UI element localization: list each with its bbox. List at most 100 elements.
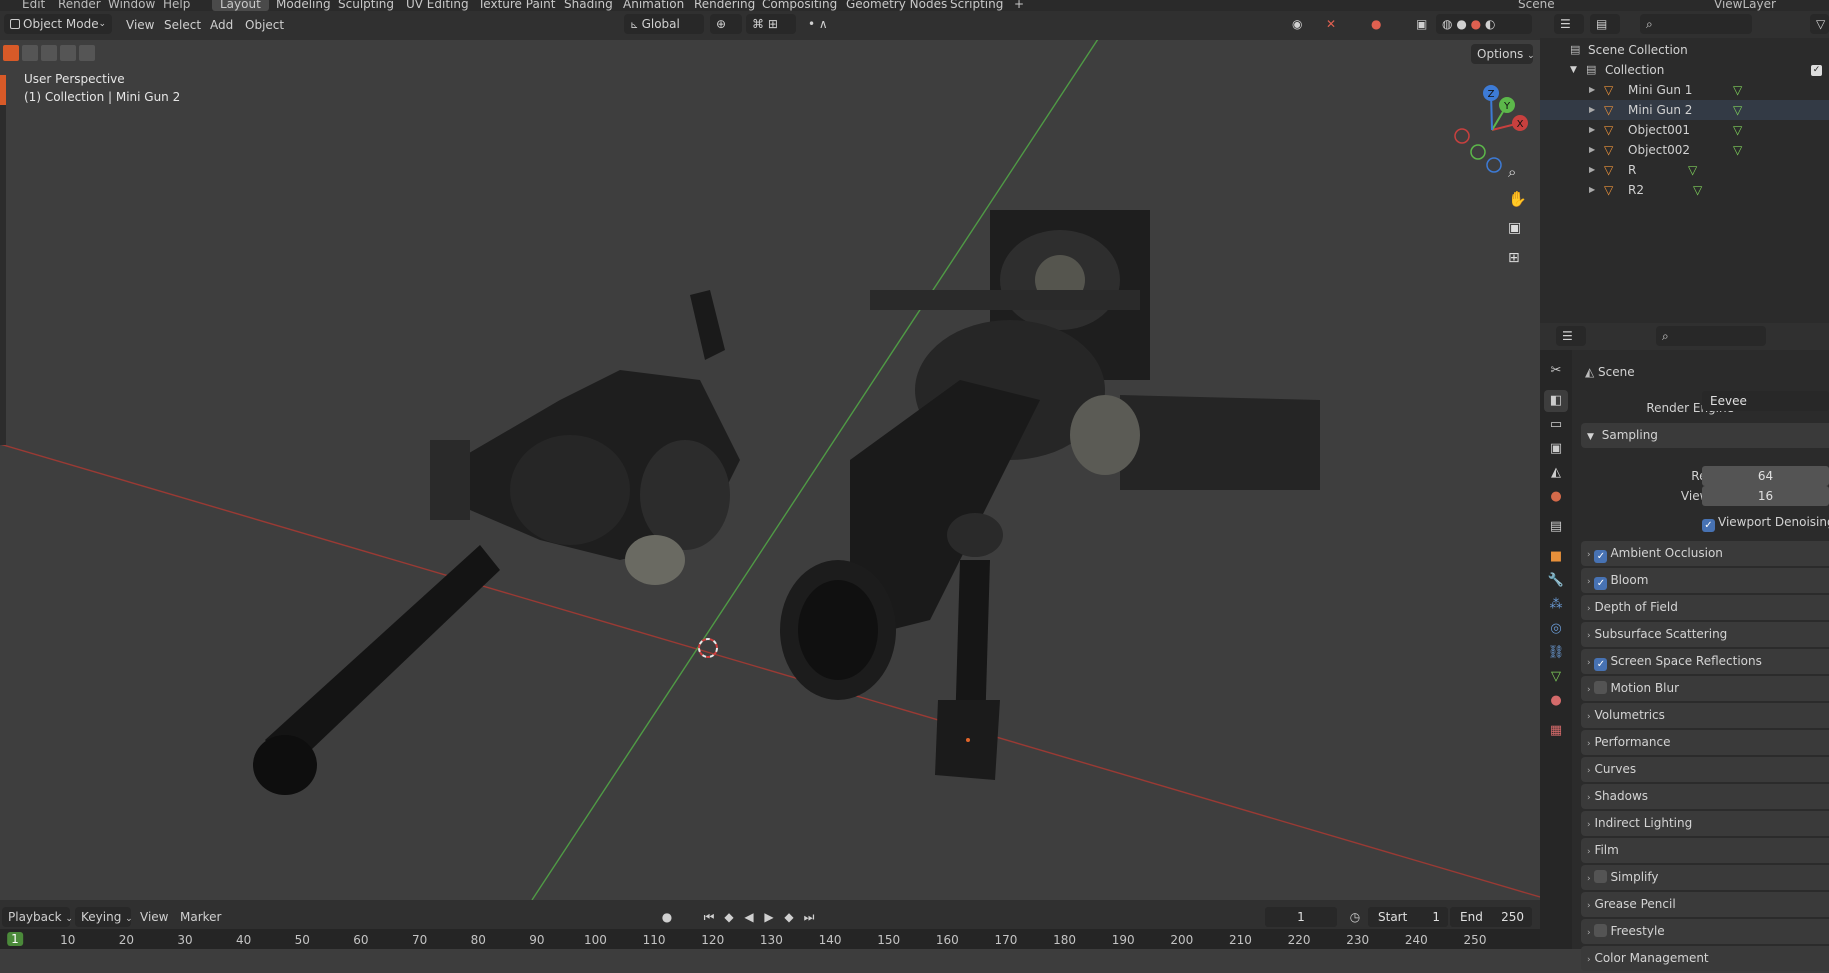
outliner-search-input[interactable]: ⌕	[1640, 14, 1752, 34]
camera-view-icon[interactable]: ▣	[1508, 220, 1521, 236]
chevron-right-icon[interactable]: ▶	[1589, 80, 1595, 100]
current-frame-indicator[interactable]: 1	[7, 932, 23, 946]
overlay-toggle[interactable]: ●	[1365, 14, 1399, 34]
jump-keyframe-back-icon[interactable]: ◆	[720, 908, 738, 926]
neg-x-axis-handle[interactable]	[1454, 128, 1470, 144]
tab-rendering[interactable]: Rendering	[686, 0, 763, 11]
render-panel-header[interactable]: › Volumetrics	[1581, 703, 1829, 728]
pan-hand-icon[interactable]: ✋	[1508, 190, 1527, 208]
modifier-tab-icon[interactable]: 🔧	[1544, 570, 1568, 592]
neg-y-axis-handle[interactable]	[1470, 144, 1486, 160]
jump-start-icon[interactable]: ⏮	[700, 908, 718, 926]
display-mode-dropdown[interactable]: ▤	[1590, 14, 1620, 34]
tab-animation[interactable]: Animation	[615, 0, 692, 11]
view-layer-tab-icon[interactable]: ▣	[1544, 438, 1568, 460]
particles-tab-icon[interactable]: ⁂	[1544, 594, 1568, 616]
samples-render-field[interactable]: 64	[1702, 466, 1829, 486]
viewport-denoising-checkbox[interactable]: ✓ Viewport Denoising	[1702, 515, 1829, 532]
outliner-object-row[interactable]: ▶ ▽ R2 ▽	[1540, 180, 1829, 200]
play-icon[interactable]: ▶	[760, 908, 778, 926]
proportional-edit-button[interactable]: • ∧	[802, 14, 852, 34]
panel-enable-checkbox[interactable]: ✓	[1594, 577, 1608, 590]
menu-edit[interactable]: Edit	[22, 0, 45, 11]
tab-scripting[interactable]: Scripting	[942, 0, 1011, 11]
record-icon[interactable]: ●	[658, 908, 676, 926]
snap-dropdown[interactable]: ⌘ ⊞	[746, 14, 796, 34]
pivot-point-dropdown[interactable]: ⊕	[710, 14, 742, 34]
render-engine-dropdown[interactable]: Eevee	[1702, 391, 1829, 411]
panel-enable-checkbox[interactable]	[1594, 870, 1608, 883]
current-frame-field[interactable]: 1	[1265, 907, 1337, 927]
chevron-right-icon[interactable]: ▶	[1589, 120, 1595, 140]
active-tool-icon[interactable]	[0, 75, 6, 105]
solid-shading-icon[interactable]: ●	[1456, 17, 1466, 31]
outliner-object-row[interactable]: ▶ ▽ R ▽	[1540, 160, 1829, 180]
chevron-right-icon[interactable]: ▶	[1589, 100, 1595, 120]
navigation-gizmo[interactable]: X Y Z	[1445, 75, 1535, 185]
clock-icon[interactable]: ◷	[1346, 908, 1364, 926]
chevron-right-icon[interactable]: ▶	[1589, 140, 1595, 160]
chevron-down-icon[interactable]: ▼	[1570, 60, 1577, 80]
outliner-scene-collection[interactable]: ▤ Scene Collection	[1540, 40, 1829, 60]
play-reverse-icon[interactable]: ◀	[740, 908, 758, 926]
tab-sculpting[interactable]: Sculpting	[330, 0, 402, 11]
render-panel-header[interactable]: › Simplify	[1581, 865, 1829, 890]
material-shading-icon[interactable]: ●	[1471, 17, 1481, 31]
scene-tab-icon[interactable]: ◭	[1544, 462, 1568, 484]
select-intersect-icon[interactable]	[79, 45, 95, 61]
gizmo-toggle[interactable]: ✕	[1320, 14, 1354, 34]
ortho-grid-icon[interactable]: ⊞	[1508, 250, 1520, 266]
render-panel-header[interactable]: › Grease Pencil	[1581, 892, 1829, 917]
select-subtract-icon[interactable]	[41, 45, 57, 61]
mesh-data-icon[interactable]: ▽	[1688, 160, 1697, 180]
output-tab-icon[interactable]: ▭	[1544, 414, 1568, 436]
timeline-menu-marker[interactable]: Marker	[180, 907, 221, 927]
render-panel-header[interactable]: › Motion Blur	[1581, 676, 1829, 701]
render-panel-header[interactable]: › Freestyle	[1581, 919, 1829, 944]
object-tab-icon[interactable]: ■	[1544, 546, 1568, 568]
tab-modeling[interactable]: Modeling	[268, 0, 339, 11]
samples-viewport-field[interactable]: 16	[1702, 486, 1829, 506]
world-tab-icon[interactable]: ●	[1544, 486, 1568, 508]
tab-texture-paint[interactable]: Texture Paint	[470, 0, 563, 11]
mesh-data-icon[interactable]: ▽	[1733, 100, 1742, 120]
add-workspace-button[interactable]: +	[1006, 0, 1032, 11]
render-panel-header[interactable]: › Depth of Field	[1581, 595, 1829, 620]
material-tab-icon[interactable]: ●	[1544, 690, 1568, 712]
menu-window[interactable]: Window	[108, 0, 155, 11]
wireframe-shading-icon[interactable]: ◍	[1442, 17, 1452, 31]
panel-enable-checkbox[interactable]	[1594, 924, 1608, 937]
render-panel-header[interactable]: › ✓ Ambient Occlusion	[1581, 541, 1829, 566]
menu-object[interactable]: Object	[245, 15, 284, 35]
jump-end-icon[interactable]: ⏭	[800, 908, 818, 926]
mesh-data-icon[interactable]: ▽	[1733, 140, 1742, 160]
tab-uv-editing[interactable]: UV Editing	[398, 0, 477, 11]
shading-modes[interactable]: ◍ ● ● ◐	[1436, 14, 1532, 34]
visibility-dropdown[interactable]: ◉	[1286, 14, 1316, 34]
panel-enable-checkbox[interactable]	[1594, 681, 1608, 694]
outliner-object-row[interactable]: ▶ ▽ Mini Gun 2 ▽	[1540, 100, 1829, 120]
start-frame-field[interactable]: Start 1	[1368, 907, 1448, 927]
3d-cursor[interactable]	[698, 638, 718, 658]
menu-add[interactable]: Add	[210, 15, 233, 35]
render-panel-header[interactable]: › Film	[1581, 838, 1829, 863]
tab-compositing[interactable]: Compositing	[754, 0, 845, 11]
render-panel-header[interactable]: › Curves	[1581, 757, 1829, 782]
constraints-tab-icon[interactable]: ⛓	[1544, 642, 1568, 664]
frame-ruler[interactable]: 1 10 20 30 40 50 60 70 80 90 100 110 120 130 140 150 160…	[0, 929, 1540, 949]
end-frame-field[interactable]: End 250	[1450, 907, 1532, 927]
collection-tab-icon[interactable]: ▤	[1544, 516, 1568, 538]
render-panel-header[interactable]: › ✓ Screen Space Reflections	[1581, 649, 1829, 674]
physics-tab-icon[interactable]: ◎	[1544, 618, 1568, 640]
filter-dropdown[interactable]: ▽	[1810, 14, 1829, 34]
minigun-1-model[interactable]	[253, 290, 740, 795]
scene-selector[interactable]: Scene	[1518, 0, 1555, 11]
jump-keyframe-forward-icon[interactable]: ◆	[780, 908, 798, 926]
rendered-shading-icon[interactable]: ◐	[1485, 17, 1495, 31]
outliner-object-row[interactable]: ▶ ▽ Object001 ▽	[1540, 120, 1829, 140]
tab-layout[interactable]: Layout	[212, 0, 269, 11]
render-panel-header[interactable]: › Subsurface Scattering	[1581, 622, 1829, 647]
render-tab-icon[interactable]: ◧	[1544, 390, 1568, 412]
select-invert-icon[interactable]	[60, 45, 76, 61]
timeline-menu-view[interactable]: View	[140, 907, 168, 927]
